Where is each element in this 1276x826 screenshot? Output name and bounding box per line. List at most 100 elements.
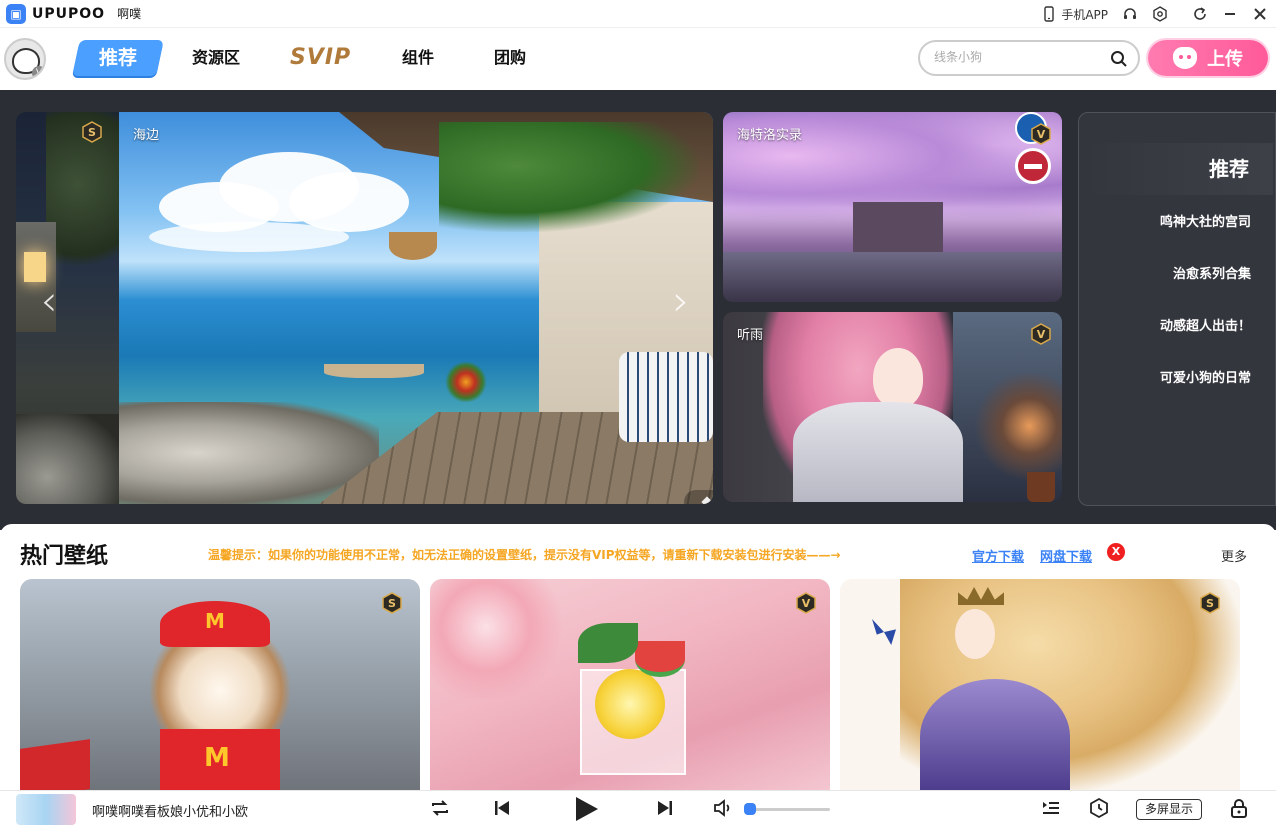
vip-badge-icon: V bbox=[794, 591, 818, 615]
basket-shape bbox=[389, 232, 437, 260]
close-icon bbox=[1252, 6, 1268, 22]
player-bar: 啊噗啊噗看板娘小优和小欧 多屏显示 bbox=[0, 790, 1276, 826]
lemon-shape bbox=[595, 669, 665, 739]
cloud-download-link[interactable]: 网盘下载 bbox=[1040, 546, 1092, 565]
banner-top-right-slide[interactable]: 海特洛实录 V bbox=[723, 112, 1062, 302]
flowers-shape bbox=[430, 579, 570, 699]
cloud-shape bbox=[149, 222, 349, 252]
vines-shape bbox=[439, 122, 699, 232]
svg-text:V: V bbox=[1037, 328, 1046, 341]
boat-shape bbox=[324, 364, 424, 378]
lock-icon[interactable] bbox=[1228, 797, 1250, 819]
tab-recommend-label: 推荐 bbox=[98, 47, 137, 69]
loop-icon[interactable] bbox=[429, 797, 451, 819]
banner-section: S 海边 ‹ › 海特洛实录 V 听雨 V 推荐 鸣神大社的宫司 治愈系列合集 … bbox=[0, 90, 1276, 530]
dress-shape bbox=[920, 679, 1070, 794]
now-playing-thumbnail[interactable] bbox=[16, 794, 76, 825]
playlist-icon[interactable] bbox=[1040, 797, 1062, 819]
banner-prev-slide[interactable]: S bbox=[16, 112, 120, 504]
butterfly-icon bbox=[872, 619, 896, 645]
vip-badge-icon: V bbox=[1029, 122, 1053, 146]
settings-button[interactable] bbox=[1152, 6, 1168, 22]
official-download-link[interactable]: 官方下载 bbox=[972, 546, 1024, 565]
main-header: V 推荐 资源区 SVIP 组件 团购 上传 bbox=[0, 28, 1276, 90]
volume-knob[interactable] bbox=[744, 803, 756, 815]
recommend-item[interactable]: 鸣神大社的宫司 bbox=[1160, 211, 1251, 230]
mascot-icon bbox=[1173, 47, 1197, 69]
previous-track-icon[interactable] bbox=[491, 797, 513, 819]
svg-text:V: V bbox=[1037, 128, 1046, 141]
chevron-right-icon[interactable]: › bbox=[666, 276, 696, 325]
username[interactable]: 啊噗 bbox=[117, 5, 141, 22]
no-entry-sign-icon bbox=[1015, 148, 1051, 184]
svg-text:S: S bbox=[388, 597, 396, 610]
mobile-app-button[interactable]: 手机APP bbox=[1041, 6, 1108, 23]
wallpaper-card[interactable]: V bbox=[430, 579, 830, 794]
upload-button[interactable]: 上传 bbox=[1148, 40, 1268, 76]
svg-text:V: V bbox=[802, 597, 811, 610]
recommend-item[interactable]: 动感超人出击！ bbox=[1160, 315, 1251, 334]
sign-shape bbox=[20, 739, 90, 794]
svg-text:S: S bbox=[1206, 597, 1214, 610]
wallpaper-card[interactable]: S bbox=[20, 579, 420, 794]
close-window-button[interactable] bbox=[1252, 6, 1268, 22]
top-right-slide-title: 海特洛实录 bbox=[737, 128, 803, 143]
next-track-icon[interactable] bbox=[654, 797, 676, 819]
support-button[interactable] bbox=[1122, 6, 1138, 22]
recommend-item[interactable]: 治愈系列合集 bbox=[1173, 263, 1251, 282]
window-controls: 手机APP bbox=[1027, 0, 1268, 28]
notice-text: 温馨提示：如果你的功能使用不正常，如无法正确的设置壁纸，提示没有VIP权益等，请… bbox=[208, 548, 841, 562]
tab-widgets[interactable]: 组件 bbox=[402, 40, 434, 76]
more-link[interactable]: 更多 bbox=[1221, 546, 1247, 565]
now-playing-title: 啊噗啊噗看板娘小优和小欧 bbox=[92, 805, 249, 820]
face-shape bbox=[873, 348, 923, 408]
recommend-panel: 推荐 鸣神大社的宫司 治愈系列合集 动感超人出击！ 可爱小狗的日常 bbox=[1078, 112, 1276, 506]
multi-screen-button[interactable]: 多屏显示 bbox=[1136, 799, 1202, 820]
cap-shape bbox=[160, 601, 270, 647]
cup-shape bbox=[1027, 472, 1055, 502]
gear-icon bbox=[1152, 6, 1168, 22]
phone-icon bbox=[1041, 6, 1057, 22]
timer-icon[interactable] bbox=[1088, 797, 1110, 819]
tab-group-buy[interactable]: 团购 bbox=[494, 40, 526, 76]
search-input[interactable] bbox=[934, 50, 1104, 64]
app-name: UPUPOO bbox=[32, 5, 106, 22]
melon-shape bbox=[635, 641, 685, 677]
vip-badge-icon: V bbox=[1029, 322, 1053, 346]
upload-label: 上传 bbox=[1207, 49, 1243, 70]
minimize-button[interactable] bbox=[1222, 6, 1238, 22]
tab-resources[interactable]: 资源区 bbox=[192, 40, 240, 76]
tab-recommend[interactable]: 推荐 bbox=[72, 40, 164, 76]
sofa-shape bbox=[619, 352, 713, 442]
banner-bottom-right-slide[interactable]: 听雨 V bbox=[723, 312, 1062, 502]
bottom-right-slide-title: 听雨 bbox=[737, 328, 764, 343]
close-notice-button[interactable]: X bbox=[1107, 543, 1125, 561]
refresh-icon bbox=[1192, 6, 1208, 22]
carousel-dot[interactable] bbox=[701, 496, 713, 504]
svip-badge-icon: S bbox=[80, 120, 104, 144]
title-bar: ▣ UPUPOO 啊噗 手机APP bbox=[0, 0, 1276, 28]
rock-shape bbox=[16, 414, 120, 504]
minimize-icon bbox=[1222, 6, 1238, 22]
plant-shape bbox=[444, 362, 488, 402]
volume-icon[interactable] bbox=[712, 797, 734, 819]
carousel-dots bbox=[684, 490, 713, 504]
mint-shape bbox=[578, 623, 638, 663]
banner-main-slide[interactable]: 海边 bbox=[119, 112, 713, 504]
play-icon[interactable] bbox=[572, 795, 600, 823]
road-shape bbox=[723, 252, 1062, 302]
hot-wallpapers-section: 热门壁纸 温馨提示：如果你的功能使用不正常，如无法正确的设置壁纸，提示没有VIP… bbox=[0, 524, 1276, 794]
volume-slider[interactable] bbox=[744, 803, 830, 815]
tab-svip[interactable]: SVIP bbox=[290, 40, 351, 76]
mobile-app-label: 手机APP bbox=[1061, 7, 1108, 22]
search-icon[interactable] bbox=[1110, 50, 1128, 68]
cloud-shape bbox=[289, 172, 409, 232]
hoodie-shape bbox=[793, 402, 963, 502]
apron-shape bbox=[160, 729, 280, 794]
recommend-item[interactable]: 可爱小狗的日常 bbox=[1160, 367, 1251, 386]
chevron-left-icon[interactable]: ‹ bbox=[34, 276, 64, 325]
refresh-button[interactable] bbox=[1192, 6, 1208, 22]
avatar[interactable]: V bbox=[4, 38, 46, 80]
wallpaper-card[interactable]: S bbox=[840, 579, 1240, 794]
section-title: 热门壁纸 bbox=[20, 544, 109, 569]
